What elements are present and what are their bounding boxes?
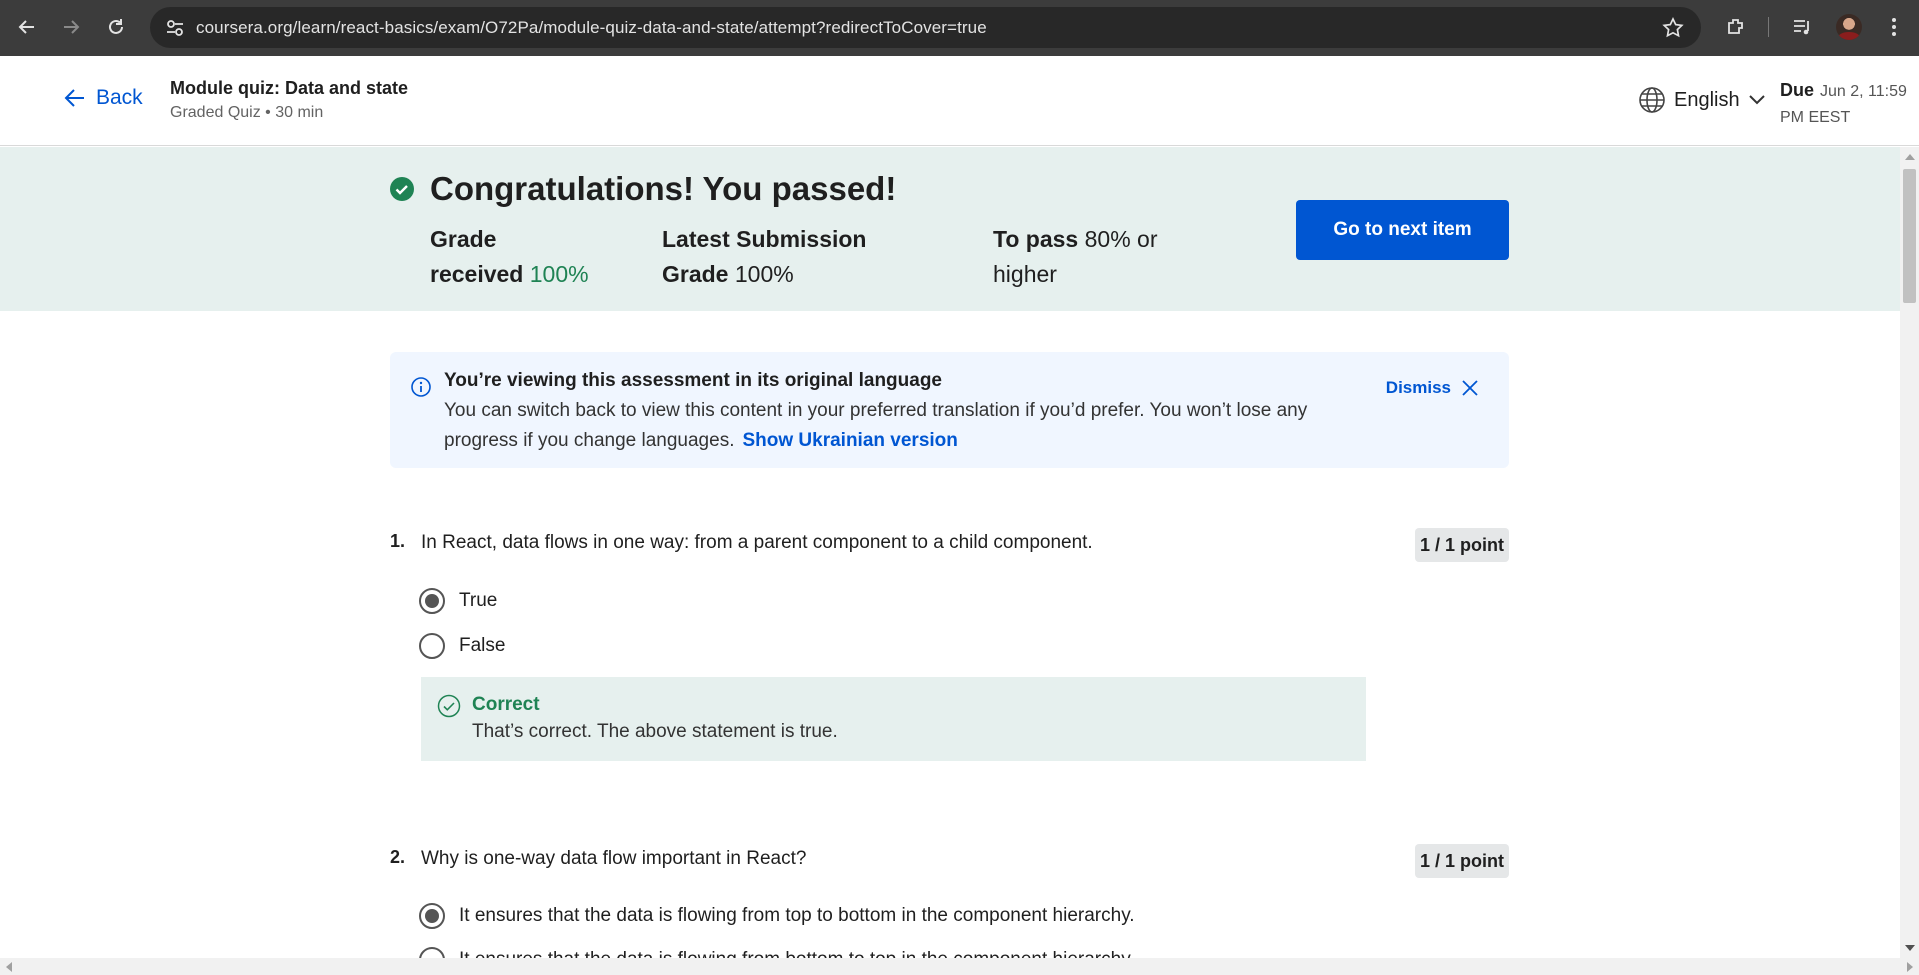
pass-threshold: To pass 80% or higher <box>993 222 1157 292</box>
due-value-line1: Jun 2, 11:59 <box>1820 83 1907 100</box>
pass-headline: Congratulations! You passed! <box>430 170 897 207</box>
due-date: Due Jun 2, 11:59 PM EEST <box>1780 77 1916 131</box>
pass-value-2: higher <box>993 261 1057 287</box>
show-ukrainian-link[interactable]: Show Ukrainian version <box>742 430 957 451</box>
radio-selected[interactable] <box>419 903 445 929</box>
latest-submission-grade: Latest Submission Grade 100% <box>662 222 866 292</box>
radio-selected[interactable] <box>419 588 445 614</box>
feedback-title: Correct <box>472 694 540 715</box>
feedback-text: That’s correct. The above statement is t… <box>472 721 838 742</box>
question-2-option-2[interactable]: It ensures that the data is flowing from… <box>419 947 1135 958</box>
question-2-points: 1 / 1 point <box>1415 844 1509 878</box>
question-2-option-1[interactable]: It ensures that the data is flowing from… <box>419 903 1135 929</box>
vertical-scrollbar[interactable] <box>1900 147 1919 958</box>
option-label: It ensures that the data is flowing from… <box>459 905 1135 926</box>
browser-toolbar: coursera.org/learn/react-basics/exam/O72… <box>0 0 1919 56</box>
globe-icon <box>1639 87 1665 113</box>
close-icon <box>1462 380 1478 396</box>
check-circle-outline-icon <box>437 694 461 718</box>
notice-line1: You can switch back to view this content… <box>444 400 1308 421</box>
latest-label-2: Grade <box>662 261 729 287</box>
language-label: English <box>1674 88 1740 111</box>
question-1-option-true[interactable]: True <box>419 588 497 614</box>
chevron-down-icon <box>1748 95 1765 105</box>
go-to-next-item-button[interactable]: Go to next item <box>1296 200 1509 260</box>
scroll-left-arrow-icon[interactable] <box>6 962 12 972</box>
info-icon <box>411 377 431 397</box>
back-label: Back <box>96 86 143 109</box>
scroll-right-arrow-icon[interactable] <box>1907 962 1913 972</box>
bookmark-star-icon[interactable] <box>1661 16 1685 40</box>
url-text[interactable]: coursera.org/learn/react-basics/exam/O72… <box>196 18 987 38</box>
address-bar[interactable]: coursera.org/learn/react-basics/exam/O72… <box>150 7 1701 48</box>
quiz-title: Module quiz: Data and state <box>170 78 409 98</box>
option-label: True <box>459 590 498 611</box>
option-label: False <box>459 635 506 656</box>
grade-value: 100% <box>529 261 589 287</box>
check-circle-icon <box>390 177 414 201</box>
question-1-number: 1. <box>390 531 406 551</box>
due-value-line2: PM EEST <box>1780 109 1851 126</box>
notice-text: You can switch back to view this content… <box>444 396 1344 456</box>
latest-value: 100% <box>734 261 794 287</box>
due-label: Due <box>1780 80 1815 100</box>
quiz-header: Back Module quiz: Data and state Graded … <box>0 56 1919 146</box>
notice-line2: progress if you change languages. <box>444 430 735 451</box>
forward-arrow-icon[interactable] <box>56 12 86 42</box>
pass-label: To pass <box>993 226 1079 252</box>
more-menu-icon[interactable] <box>1880 13 1908 41</box>
back-link[interactable]: Back <box>64 86 143 110</box>
grade-label-1: Grade <box>430 226 497 252</box>
scroll-down-arrow-icon[interactable] <box>1905 945 1915 951</box>
question-1-text: In React, data flows in one way: from a … <box>421 532 1093 553</box>
option-label: It ensures that the data is flowing from… <box>459 949 1135 958</box>
pass-value-1: 80% or <box>1084 226 1158 252</box>
main-content: Congratulations! You passed! Grade recei… <box>0 147 1900 958</box>
question-1-option-false[interactable]: False <box>419 633 505 659</box>
site-info-icon[interactable] <box>164 17 186 39</box>
extensions-icon[interactable] <box>1722 13 1750 41</box>
scrollbar-thumb[interactable] <box>1903 169 1916 303</box>
question-1-feedback: Correct That’s correct. The above statem… <box>421 677 1366 761</box>
horizontal-scrollbar[interactable] <box>0 958 1919 975</box>
latest-label-1: Latest Submission <box>662 226 867 252</box>
arrow-left-icon <box>64 89 84 107</box>
result-banner: Congratulations! You passed! Grade recei… <box>0 147 1900 311</box>
question-2-text: Why is one-way data flow important in Re… <box>421 848 807 869</box>
language-selector[interactable]: English <box>1638 86 1766 114</box>
radio-unselected[interactable] <box>419 633 445 659</box>
question-2-number: 2. <box>390 847 406 867</box>
dismiss-button[interactable]: Dismiss <box>1386 378 1479 398</box>
quiz-subtitle: Graded Quiz • 30 min <box>170 104 324 121</box>
question-1-points: 1 / 1 point <box>1415 528 1509 562</box>
grade-label-2: received <box>430 261 524 287</box>
toolbar-separator <box>1768 17 1769 37</box>
profile-avatar[interactable] <box>1836 14 1862 40</box>
radio-unselected[interactable] <box>419 947 445 958</box>
notice-title: You’re viewing this assessment in its or… <box>444 370 942 391</box>
grade-received: Grade received 100% <box>430 222 589 292</box>
dismiss-label: Dismiss <box>1385 378 1451 397</box>
back-arrow-icon[interactable] <box>12 12 42 42</box>
media-control-icon[interactable] <box>1788 13 1816 41</box>
scroll-up-arrow-icon[interactable] <box>1905 154 1915 160</box>
reload-icon[interactable] <box>101 12 131 42</box>
language-notice: You’re viewing this assessment in its or… <box>390 352 1509 468</box>
